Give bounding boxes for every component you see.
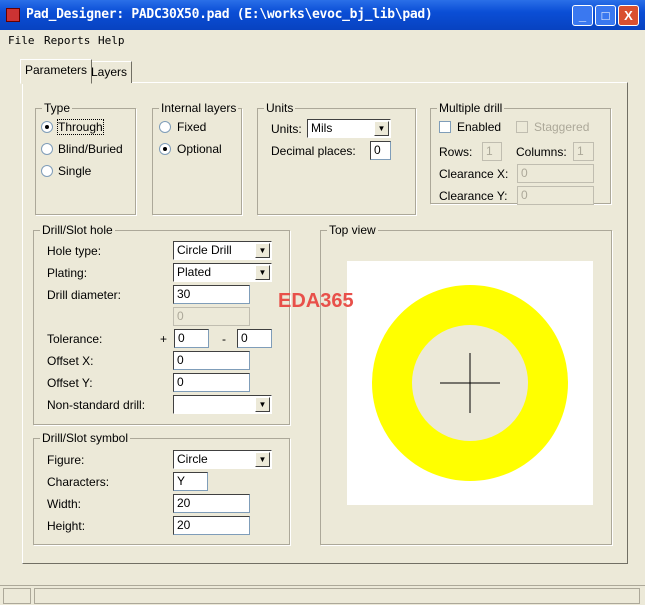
tolerance-plus-label: + [160,332,168,346]
blind-buried-label: Blind/Buried [58,142,123,156]
staggered-checkbox[interactable] [516,121,528,133]
non-standard-drill-label: Non-standard drill: [47,398,146,412]
drill-hole-label: Drill/Slot hole [40,223,115,237]
chevron-down-icon[interactable]: ▼ [255,243,270,258]
top-view-canvas [347,261,593,505]
internal-layers-label: Internal layers [159,101,239,115]
plating-select[interactable]: Plated ▼ [173,263,272,282]
menu-help[interactable]: Help [98,34,125,47]
drill-diameter-input[interactable]: 30 [173,285,250,304]
watermark: EDA365 [278,290,354,312]
rows-label: Rows: [439,145,473,159]
fixed-label: Fixed [177,120,207,134]
height-input[interactable]: 20 [173,516,250,535]
clearance-x-input[interactable]: 0 [517,164,594,183]
drill-symbol-label: Drill/Slot symbol [40,431,131,445]
offset-y-input[interactable]: 0 [173,373,250,392]
tolerance-plus-input[interactable]: 0 [174,329,209,348]
tab-parameters[interactable]: Parameters [20,59,93,84]
clearance-x-label: Clearance X: [439,167,509,181]
decimal-places-input[interactable]: 0 [370,141,391,160]
staggered-label: Staggered [534,120,590,134]
units-label: Units: [271,122,302,136]
status-bar [0,585,645,605]
characters-label: Characters: [47,475,110,489]
height-label: Height: [47,519,86,533]
status-pane-2 [34,588,640,604]
units-value: Mils [311,121,333,135]
hole-type-select[interactable]: Circle Drill ▼ [173,241,272,260]
radio-optional[interactable] [159,143,171,155]
columns-label: Columns: [516,145,567,159]
radio-blind-buried[interactable] [41,143,53,155]
chevron-down-icon[interactable]: ▼ [255,397,270,412]
minimize-button[interactable]: _ [572,5,593,26]
optional-label: Optional [177,142,222,156]
width-label: Width: [47,497,82,511]
offset-x-input[interactable]: 0 [173,351,250,370]
hole-type-label: Hole type: [47,244,102,258]
maximize-button[interactable]: □ [595,5,616,26]
width-input[interactable]: 20 [173,494,250,513]
non-standard-drill-select[interactable]: ▼ [173,395,272,414]
offset-x-label: Offset X: [47,354,94,368]
tolerance-minus-input[interactable]: 0 [237,329,272,348]
figure-select[interactable]: Circle ▼ [173,450,272,469]
single-label: Single [58,164,92,178]
through-label: Through [57,119,104,135]
type-group-label: Type [42,101,73,115]
top-view-label: Top view [327,223,378,237]
drill-diameter-secondary-input[interactable]: 0 [173,307,250,326]
figure-value: Circle [177,452,208,466]
plating-label: Plating: [47,266,88,280]
hole-type-value: Circle Drill [177,243,232,257]
status-pane-1 [3,588,31,604]
rows-input[interactable]: 1 [482,142,502,161]
tab-layers[interactable]: Layers [86,61,133,83]
units-select[interactable]: Mils ▼ [307,119,391,138]
window-title: Pad_Designer: PADC30X50.pad (E:\works\ev… [26,7,433,22]
decimal-places-label: Decimal places: [271,144,356,158]
tolerance-label: Tolerance: [47,332,103,346]
radio-fixed[interactable] [159,121,171,133]
drill-diameter-label: Drill diameter: [47,288,122,302]
columns-input[interactable]: 1 [573,142,594,161]
chevron-down-icon[interactable]: ▼ [255,265,270,280]
app-icon [6,8,20,22]
multiple-drill-label: Multiple drill [437,101,505,115]
offset-y-label: Offset Y: [47,376,93,390]
menu-reports[interactable]: Reports [44,34,90,47]
chevron-down-icon[interactable]: ▼ [374,121,389,136]
menu-file[interactable]: File [8,34,35,47]
clearance-y-input[interactable]: 0 [517,186,594,205]
clearance-y-label: Clearance Y: [439,189,508,203]
enabled-label: Enabled [457,120,502,134]
characters-input[interactable]: Y [173,472,208,491]
radio-single[interactable] [41,165,53,177]
figure-label: Figure: [47,453,85,467]
enabled-checkbox[interactable] [439,121,451,133]
radio-through[interactable] [41,121,53,133]
chevron-down-icon[interactable]: ▼ [255,452,270,467]
menu-bar [0,30,645,50]
tolerance-minus-label: - [222,332,226,346]
units-group-label: Units [264,101,296,115]
close-button[interactable]: X [618,5,639,26]
plating-value: Plated [177,265,212,279]
